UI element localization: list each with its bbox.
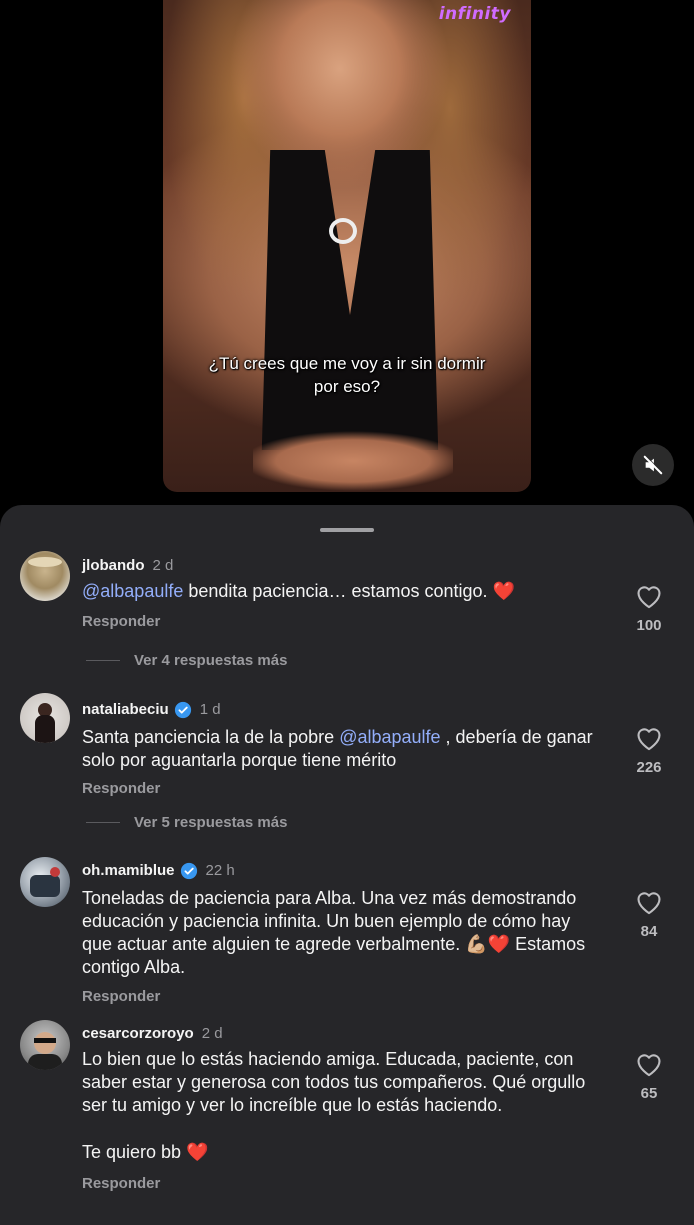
heart-outline-icon (637, 1054, 661, 1077)
channel-logo: infinity (438, 4, 511, 24)
like-count: 84 (640, 923, 658, 940)
replies-divider (86, 822, 120, 823)
like-count: 100 (636, 617, 662, 634)
mention-link[interactable]: @albapaulfe (339, 727, 440, 747)
timestamp: 2 d (201, 1025, 223, 1042)
comment-text-line: Te quiero bb ❤️ (82, 1142, 209, 1162)
reply-button[interactable]: Responder (82, 780, 160, 797)
video-pendant (329, 218, 357, 244)
sheet-drag-handle[interactable] (320, 528, 374, 532)
username[interactable]: nataliabeciu (82, 701, 169, 719)
reply-button[interactable]: Responder (82, 988, 160, 1005)
comment-text: @albapaulfe bendita paciencia… estamos c… (82, 581, 515, 601)
avatar[interactable] (20, 693, 70, 743)
username[interactable]: oh.mamiblue (82, 862, 175, 880)
replies-divider (86, 660, 120, 661)
view-more-replies[interactable]: Ver 4 respuestas más (86, 652, 287, 669)
comments-sheet: jlobando 2 d @albapaulfe bendita pacienc… (0, 505, 694, 1225)
like-button[interactable]: 65 (624, 1051, 674, 1102)
heart-outline-icon (637, 728, 661, 751)
comment-text: Santa panciencia la de la pobre @albapau… (82, 727, 593, 770)
avatar[interactable] (20, 1020, 70, 1070)
like-count: 226 (636, 759, 662, 776)
like-button[interactable]: 100 (624, 583, 674, 634)
username[interactable]: cesarcorzoroyo (82, 1025, 194, 1043)
mention-link[interactable]: @albapaulfe (82, 581, 183, 601)
reply-button[interactable]: Responder (82, 1175, 160, 1192)
video-subtitle: ¿Tú crees que me voy a ir sin dormir por… (208, 354, 486, 396)
timestamp: 1 d (199, 701, 221, 718)
comment-text: Lo bien que lo estás haciendo amiga. Edu… (82, 1049, 586, 1115)
heart-emoji: ❤️ (492, 581, 515, 601)
emoji: 💪🏼❤️ (465, 934, 511, 954)
heart-outline-icon (637, 892, 661, 915)
video-hands (253, 430, 453, 492)
verified-badge-icon (180, 862, 198, 880)
reply-button[interactable]: Responder (82, 613, 160, 630)
avatar[interactable] (20, 857, 70, 907)
video-player[interactable]: infinity ¿Tú crees que me voy a ir sin d… (163, 0, 531, 492)
view-more-replies[interactable]: Ver 5 respuestas más (86, 814, 287, 831)
mute-button[interactable] (632, 444, 674, 486)
video-figure (261, 150, 439, 450)
comment-text: Toneladas de paciencia para Alba. Una ve… (82, 888, 586, 977)
avatar[interactable] (20, 551, 70, 601)
speaker-muted-icon (643, 455, 663, 475)
username[interactable]: jlobando (82, 557, 145, 575)
timestamp: 22 h (205, 862, 235, 879)
like-count: 65 (640, 1085, 658, 1102)
like-button[interactable]: 84 (624, 889, 674, 940)
like-button[interactable]: 226 (624, 725, 674, 776)
verified-badge-icon (174, 701, 192, 719)
heart-emoji: ❤️ (186, 1142, 209, 1162)
heart-outline-icon (637, 586, 661, 609)
timestamp: 2 d (152, 557, 174, 574)
